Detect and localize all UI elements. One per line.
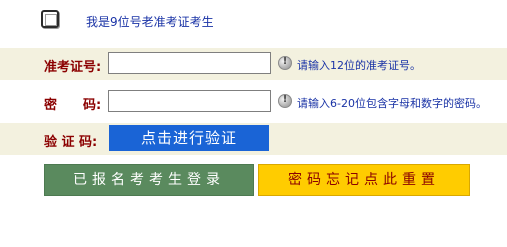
reset-password-button[interactable]: 密码忘记点此重置 bbox=[258, 164, 470, 196]
password-input[interactable] bbox=[108, 90, 271, 112]
exam-number-row: 准考证号: 请输入12位的准考证号。 bbox=[0, 48, 507, 80]
login-button[interactable]: 已报名考考生登录 bbox=[44, 164, 254, 196]
verify-button[interactable]: 点击进行验证 bbox=[109, 125, 269, 151]
verify-label: 验 证 码: bbox=[44, 135, 98, 150]
info-icon bbox=[278, 56, 292, 70]
login-panel: 我是9位号老准考证考生 准考证号: 请输入12位的准考证号。 密 码: 请输入6… bbox=[0, 0, 507, 247]
old-candidate-checkbox[interactable] bbox=[41, 10, 59, 28]
exam-number-hint: 请输入12位的准考证号。 bbox=[297, 59, 421, 72]
password-row: 密 码: 请输入6-20位包含字母和数字的密码。 bbox=[0, 86, 507, 118]
exam-number-input[interactable] bbox=[108, 52, 271, 74]
info-icon bbox=[278, 94, 292, 108]
verify-row: 验 证 码: 点击进行验证 bbox=[0, 123, 507, 155]
old-candidate-row: 我是9位号老准考证考生 bbox=[0, 0, 507, 48]
password-hint: 请输入6-20位包含字母和数字的密码。 bbox=[297, 97, 487, 110]
exam-number-label: 准考证号: bbox=[44, 60, 102, 75]
password-label: 密 码: bbox=[44, 98, 102, 113]
old-candidate-label: 我是9位号老准考证考生 bbox=[86, 15, 214, 29]
